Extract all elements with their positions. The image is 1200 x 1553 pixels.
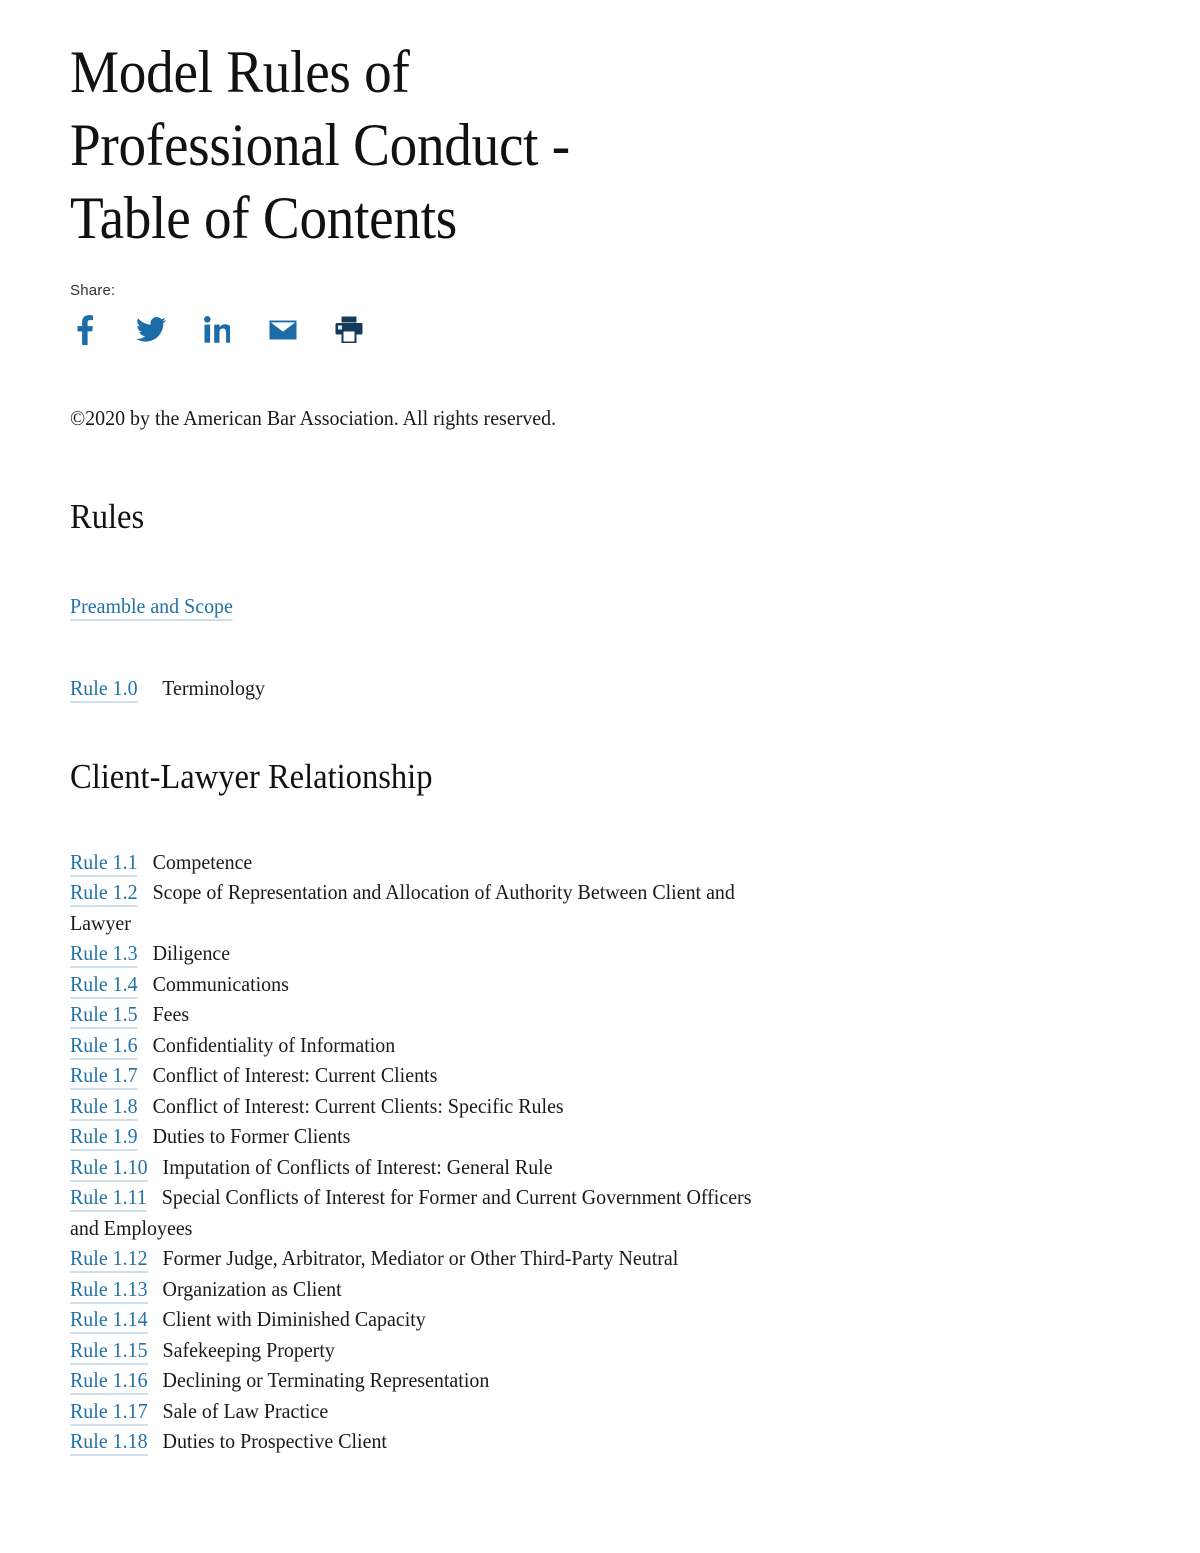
rule-row: Rule 1.7 Conflict of Interest: Current C… xyxy=(70,1060,754,1091)
section-heading-client-lawyer-relationship: Client-Lawyer Relationship xyxy=(70,756,433,796)
rule-row: Rule 1.10 Imputation of Conflicts of Int… xyxy=(70,1152,754,1183)
rule-spacer xyxy=(148,1307,163,1331)
rule-row: Rule 1.18 Duties to Prospective Client xyxy=(70,1426,754,1457)
link-rule-1-2[interactable]: Rule 1.2 xyxy=(70,880,138,907)
rule-spacer xyxy=(138,1094,153,1118)
rule-title: Duties to Former Clients xyxy=(152,1124,351,1148)
rule-spacer xyxy=(138,1002,153,1026)
rule-spacer xyxy=(138,850,153,874)
rule-title: Sale of Law Practice xyxy=(162,1398,329,1423)
facebook-icon[interactable] xyxy=(70,314,100,345)
preamble-entry: Preamble and Scope xyxy=(70,591,1077,621)
link-rule-1-15[interactable]: Rule 1.15 xyxy=(70,1337,148,1365)
link-rule-1-17[interactable]: Rule 1.17 xyxy=(70,1398,148,1426)
rule-1-0-entry: Rule 1.0 Terminology xyxy=(70,673,1077,703)
rule-spacer xyxy=(148,1368,163,1392)
rule-spacer xyxy=(148,1155,163,1179)
rule-row: Rule 1.3 Diligence xyxy=(70,938,754,969)
rule-row: Rule 1.16 Declining or Terminating Repre… xyxy=(70,1365,754,1396)
rule-row: Rule 1.12 Former Judge, Arbitrator, Medi… xyxy=(70,1243,754,1274)
link-rule-1-18[interactable]: Rule 1.18 xyxy=(70,1429,148,1456)
rule-row: Rule 1.5 Fees xyxy=(70,999,754,1030)
link-rule-1-14[interactable]: Rule 1.14 xyxy=(70,1307,148,1334)
rule-spacer xyxy=(148,1429,163,1453)
rule-row: Rule 1.11 Special Conflicts of Interest … xyxy=(70,1182,754,1243)
rule-row: Rule 1.13 Organization as Client xyxy=(70,1274,754,1305)
link-rule-1-9[interactable]: Rule 1.9 xyxy=(70,1124,138,1151)
rule-title: Organization as Client xyxy=(162,1276,342,1301)
rule-row: Rule 1.17 Sale of Law Practice xyxy=(70,1396,754,1427)
rule-title: Competence xyxy=(152,849,253,874)
document-page: Model Rules of Professional Conduct - Ta… xyxy=(0,0,1200,1553)
rule-title: Confidentiality of Information xyxy=(152,1032,396,1057)
copyright-text: ©2020 by the American Bar Association. A… xyxy=(70,405,557,430)
rule-title: Duties to Prospective Client xyxy=(162,1429,387,1453)
rule-row: Rule 1.15 Safekeeping Property xyxy=(70,1335,754,1366)
rule-title: Conflict of Interest: Current Clients: S… xyxy=(152,1093,564,1118)
rule-title: Scope of Representation and Allocation o… xyxy=(70,880,735,935)
rule-title: Special Conflicts of Interest for Former… xyxy=(70,1185,752,1240)
print-icon[interactable] xyxy=(334,315,364,345)
rule-row: Rule 1.4 Communications xyxy=(70,969,754,1000)
link-rule-1-13[interactable]: Rule 1.13 xyxy=(70,1276,148,1304)
rule-spacer xyxy=(147,1185,162,1209)
rule-title: Client with Diminished Capacity xyxy=(162,1307,426,1331)
rule-spacer xyxy=(138,1033,153,1057)
rule-title: Imputation of Conflicts of Interest: Gen… xyxy=(162,1154,553,1179)
link-rule-1-4[interactable]: Rule 1.4 xyxy=(70,971,138,999)
page-title: Model Rules of Professional Conduct - Ta… xyxy=(70,39,570,252)
link-rule-1-3[interactable]: Rule 1.3 xyxy=(70,941,138,968)
linkedin-icon[interactable] xyxy=(202,315,232,345)
section-heading-rules: Rules xyxy=(70,497,145,536)
rule-title: Conflict of Interest: Current Clients xyxy=(152,1063,438,1087)
link-rule-1-11[interactable]: Rule 1.11 xyxy=(70,1185,147,1212)
rule-spacer xyxy=(148,1246,163,1270)
link-rule-1-10[interactable]: Rule 1.10 xyxy=(70,1154,148,1182)
rule-row: Rule 1.2 Scope of Representation and All… xyxy=(70,877,754,938)
rules-list: Rule 1.1 Competence Rule 1.2 Scope of Rep… xyxy=(70,847,754,1457)
link-rule-1-6[interactable]: Rule 1.6 xyxy=(70,1032,138,1060)
rule-spacer xyxy=(148,1277,163,1301)
rule-spacer xyxy=(138,880,153,904)
link-rule-1-1[interactable]: Rule 1.1 xyxy=(70,849,138,877)
link-rule-1-7[interactable]: Rule 1.7 xyxy=(70,1063,138,1090)
rule-row: Rule 1.6 Confidentiality of Information xyxy=(70,1030,754,1061)
rule-title: Safekeeping Property xyxy=(162,1337,335,1362)
link-rule-1-0[interactable]: Rule 1.0 xyxy=(70,675,138,703)
rule-title: Diligence xyxy=(152,941,231,965)
rule-spacer xyxy=(138,1063,153,1087)
rule-row: Rule 1.1 Competence xyxy=(70,847,754,878)
link-rule-1-5[interactable]: Rule 1.5 xyxy=(70,1002,138,1029)
link-rule-1-16[interactable]: Rule 1.16 xyxy=(70,1368,148,1395)
share-icon-row xyxy=(70,313,1130,347)
rule-row: Rule 1.8 Conflict of Interest: Current C… xyxy=(70,1091,754,1122)
rule-spacer xyxy=(148,1399,163,1423)
rule-spacer xyxy=(138,1124,153,1148)
rule-row: Rule 1.14 Client with Diminished Capacit… xyxy=(70,1304,754,1335)
email-icon[interactable] xyxy=(268,315,298,345)
rule-1-0-title: Terminology xyxy=(162,675,265,700)
twitter-icon[interactable] xyxy=(136,315,166,345)
rule-title: Former Judge, Arbitrator, Mediator or Ot… xyxy=(162,1246,679,1270)
rule-row: Rule 1.9 Duties to Former Clients xyxy=(70,1121,754,1152)
rule-spacer xyxy=(138,972,153,996)
share-label: Share: xyxy=(70,281,116,299)
rule-spacer xyxy=(138,941,153,965)
link-preamble-and-scope[interactable]: Preamble and Scope xyxy=(70,593,233,621)
rule-title: Communications xyxy=(152,971,289,996)
rule-title: Declining or Terminating Representation xyxy=(162,1368,490,1392)
rule-title: Fees xyxy=(152,1002,190,1026)
rule-spacer xyxy=(148,1338,163,1362)
link-rule-1-12[interactable]: Rule 1.12 xyxy=(70,1246,148,1273)
link-rule-1-8[interactable]: Rule 1.8 xyxy=(70,1093,138,1121)
